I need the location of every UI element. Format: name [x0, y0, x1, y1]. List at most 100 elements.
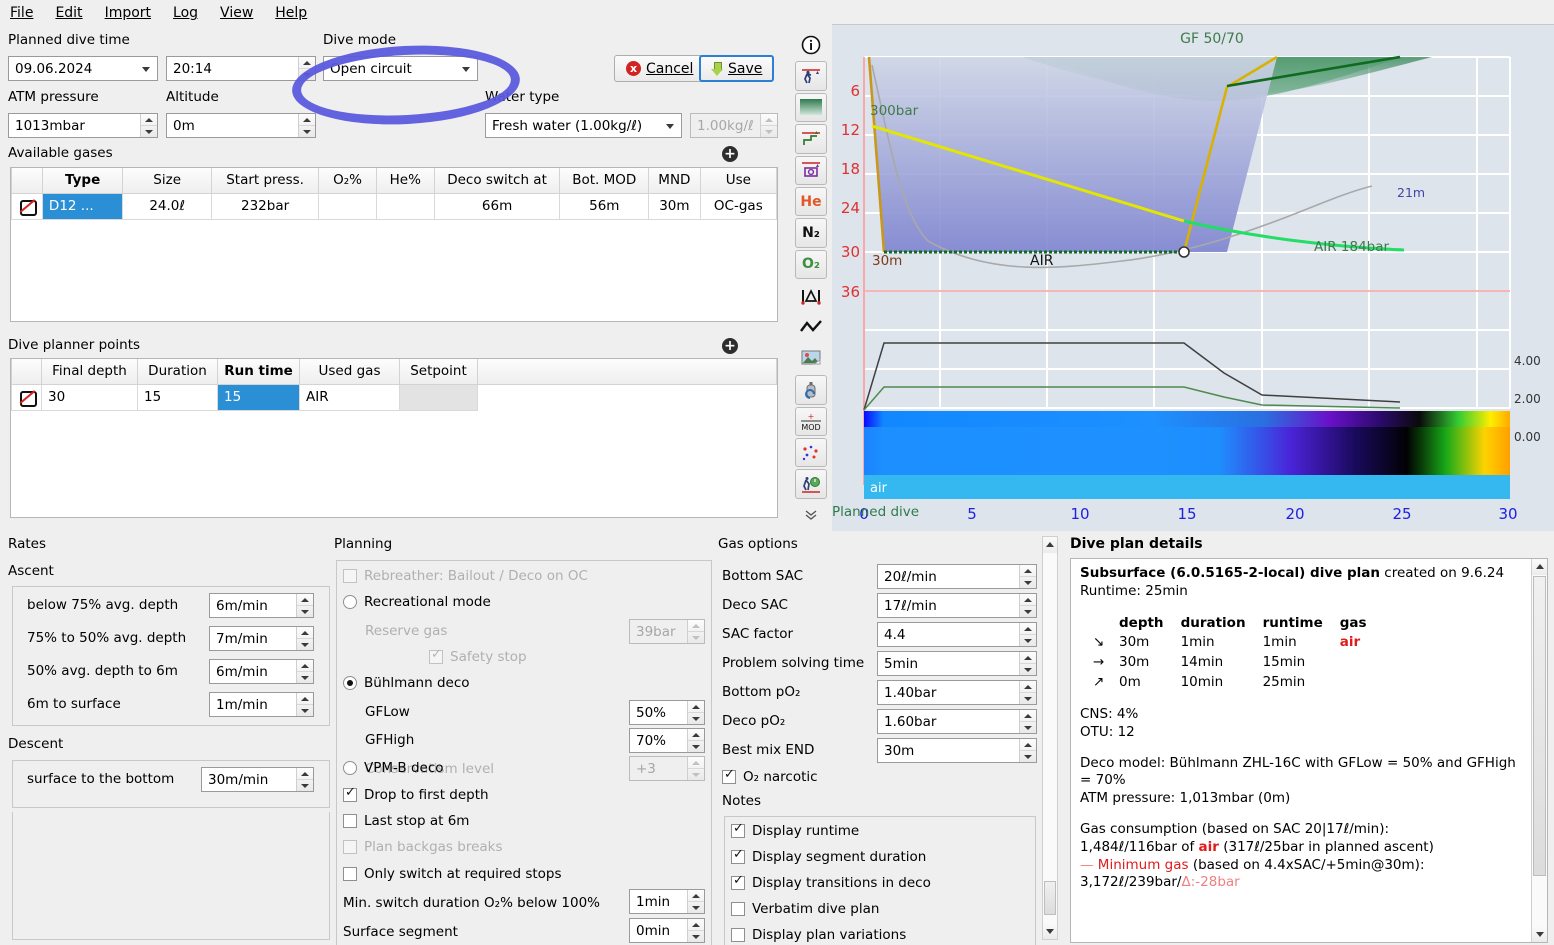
gas-size-cell[interactable]: 24.0ℓ [123, 193, 212, 219]
dive-time-spin[interactable]: 20:14 [166, 56, 316, 81]
verbatim-dive-plan-checkbox[interactable]: Verbatim dive plan [731, 901, 879, 917]
gases-col-mnd[interactable]: MND [649, 168, 701, 193]
trash-icon[interactable] [19, 198, 35, 214]
points-col-setpoint[interactable]: Setpoint [400, 359, 478, 384]
scroll-down-arrow-icon[interactable] [1043, 923, 1057, 939]
atm-pressure-stepper[interactable] [140, 114, 157, 137]
tank-icon[interactable] [795, 375, 827, 404]
vpmb-deco-radio[interactable]: VPM-B deco [343, 760, 444, 776]
stepper-down-icon[interactable] [1020, 751, 1036, 762]
stepper-down-icon[interactable] [688, 713, 704, 724]
point-delete-cell[interactable] [12, 384, 42, 410]
ascent-rate-3-stepper[interactable] [296, 660, 313, 683]
stepper-up-icon[interactable] [141, 114, 157, 126]
point-final-depth-cell[interactable]: 30 [42, 384, 138, 410]
last-stop-checkbox[interactable]: Last stop at 6m [343, 813, 469, 829]
deco-stop-icon[interactable] [795, 156, 827, 185]
stepper-up-icon[interactable] [688, 919, 704, 931]
checkbox-icon[interactable] [343, 867, 357, 881]
altitude-spin[interactable]: 0m [166, 113, 316, 138]
point-run-time-cell[interactable]: 15 [218, 384, 300, 410]
scrollbar-track[interactable] [1043, 553, 1057, 923]
stepper-up-icon[interactable] [297, 594, 313, 606]
stepper-down-icon[interactable] [297, 705, 313, 716]
display-segment-duration-checkbox[interactable]: Display segment duration [731, 849, 926, 865]
dive-profile-chart[interactable]: GF 50/70 [832, 24, 1554, 530]
stepper-down-icon[interactable] [299, 69, 315, 80]
stepper-down-icon[interactable] [299, 126, 315, 137]
stepper-up-icon[interactable] [1020, 739, 1036, 751]
save-button[interactable]: Save [699, 55, 774, 82]
ascent-rate-4-spin[interactable]: 1m/min [209, 692, 314, 717]
descent-rate-spin[interactable]: 30m/min [201, 767, 314, 792]
stepper-down-icon[interactable] [1020, 664, 1036, 675]
trash-icon[interactable] [19, 389, 35, 405]
add-point-button[interactable]: + [722, 338, 738, 354]
graph-icon[interactable] [795, 312, 827, 341]
mod-icon[interactable]: +MOD [795, 407, 827, 436]
stepper-down-icon[interactable] [297, 780, 313, 791]
recreational-mode-radio[interactable]: Recreational mode [343, 594, 491, 610]
dive-time-stepper[interactable] [298, 57, 315, 80]
atm-pressure-spin[interactable]: 1013mbar [8, 113, 158, 138]
altitude-stepper[interactable] [298, 114, 315, 137]
water-type-combo[interactable]: Fresh water (1.00kg/ℓ) [485, 113, 682, 138]
scrollbar-thumb[interactable] [1044, 881, 1056, 915]
gases-col-use[interactable]: Use [700, 168, 776, 193]
descent-rate-stepper[interactable] [296, 768, 313, 791]
stepper-up-icon[interactable] [688, 729, 704, 741]
stepper-up-icon[interactable] [299, 114, 315, 126]
ascent-rate-3-spin[interactable]: 6m/min [209, 659, 314, 684]
menu-log[interactable]: Log [171, 3, 200, 23]
stepper-up-icon[interactable] [688, 701, 704, 713]
scroll-down-arrow-icon[interactable] [1532, 926, 1547, 942]
sac-factor-stepper[interactable] [1019, 623, 1036, 646]
details-scrollbar[interactable] [1531, 559, 1547, 942]
table-row[interactable]: 30 15 15 AIR [12, 384, 777, 410]
stepper-down-icon[interactable] [688, 741, 704, 752]
nitrogen-icon[interactable]: N₂ [795, 218, 827, 247]
menu-edit[interactable]: Edit [53, 3, 84, 23]
gas-o2-cell[interactable] [319, 193, 377, 219]
problem-solving-stepper[interactable] [1019, 652, 1036, 675]
menu-import[interactable]: Import [103, 3, 153, 23]
display-transitions-checkbox[interactable]: Display transitions in deco [731, 875, 931, 891]
dive-profile-icon[interactable] [795, 61, 827, 90]
deco-po2-stepper[interactable] [1019, 710, 1036, 733]
bottom-sac-spin[interactable]: 20ℓ/min [877, 564, 1037, 589]
deco-po2-spin[interactable]: 1.60bar [877, 709, 1037, 734]
table-row[interactable]: D12 ... 24.0ℓ 232bar 66m 56m 30m OC-gas [12, 193, 777, 219]
checkbox-icon[interactable] [731, 928, 745, 942]
point-used-gas-cell[interactable]: AIR [300, 384, 400, 410]
deco-sac-spin[interactable]: 17ℓ/min [877, 593, 1037, 618]
gas-bot-mod-cell[interactable]: 56m [560, 193, 649, 219]
dive-mode-combo[interactable]: Open circuit [323, 56, 478, 81]
surface-segment-stepper[interactable] [687, 919, 704, 942]
radio-icon[interactable] [343, 676, 357, 690]
checkbox-icon[interactable] [722, 770, 736, 784]
runtime-icon[interactable] [795, 469, 827, 498]
stepper-up-icon[interactable] [1020, 681, 1036, 693]
gases-col-deco-switch[interactable]: Deco switch at [434, 168, 560, 193]
stepper-up-icon[interactable] [297, 693, 313, 705]
gfhigh-spin[interactable]: 70% [629, 728, 705, 753]
drop-to-first-depth-checkbox[interactable]: Drop to first depth [343, 787, 489, 803]
stepper-up-icon[interactable] [1020, 710, 1036, 722]
scrollbar-thumb[interactable] [1533, 576, 1546, 876]
heatmap-icon[interactable] [795, 93, 827, 122]
stepper-down-icon[interactable] [688, 931, 704, 942]
stepper-up-icon[interactable] [1020, 594, 1036, 606]
cancel-button[interactable]: x Cancel [614, 55, 705, 82]
stepper-down-icon[interactable] [688, 902, 704, 913]
gases-col-size[interactable]: Size [123, 168, 212, 193]
gflow-stepper[interactable] [687, 701, 704, 724]
ascent-rate-2-stepper[interactable] [296, 627, 313, 650]
dive-plan-details-box[interactable]: Subsurface (6.0.5165-2-local) dive plan … [1070, 558, 1548, 943]
points-col-duration[interactable]: Duration [138, 359, 218, 384]
stepper-down-icon[interactable] [297, 606, 313, 617]
stepper-down-icon[interactable] [1020, 577, 1036, 588]
points-col-icon[interactable] [12, 359, 42, 384]
gas-he-cell[interactable] [376, 193, 434, 219]
display-plan-variations-checkbox[interactable]: Display plan variations [731, 927, 906, 943]
stepper-up-icon[interactable] [297, 768, 313, 780]
